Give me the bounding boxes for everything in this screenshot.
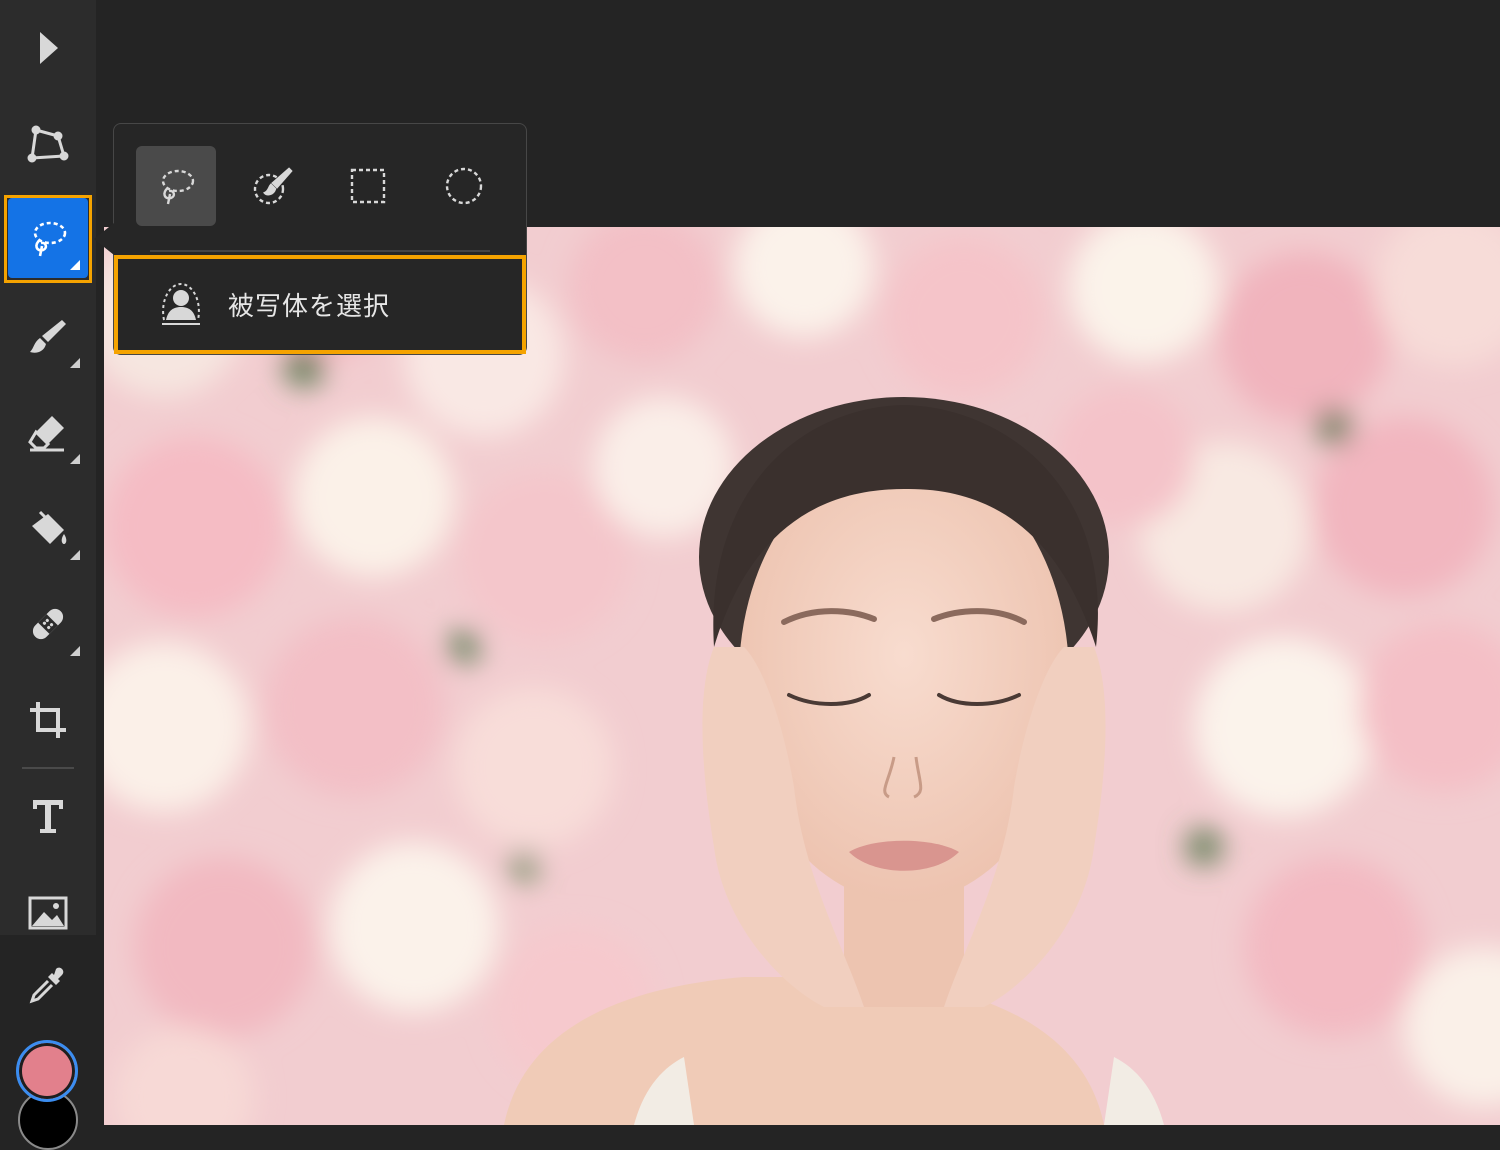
portrait-photo-image: [104, 227, 1500, 1125]
image-icon: [28, 896, 68, 930]
brush-tool-button[interactable]: [8, 296, 88, 376]
type-icon: [33, 800, 63, 833]
eyedropper-tool-button[interactable]: [8, 945, 88, 1025]
submenu-indicator-icon: [70, 646, 80, 656]
lasso-icon: [33, 221, 67, 257]
bandage-icon: [32, 608, 64, 640]
rectangle-marquee-icon: [350, 168, 386, 204]
type-tool-button[interactable]: [8, 776, 88, 856]
left-toolbar: [0, 0, 96, 935]
submenu-indicator-icon: [70, 454, 80, 464]
rectangle-marquee-subtool-button[interactable]: [328, 146, 408, 226]
paint-bucket-icon: [32, 510, 67, 544]
heal-tool-button[interactable]: [8, 584, 88, 664]
submenu-indicator-icon: [70, 260, 80, 270]
lasso-tool-button[interactable]: [8, 198, 88, 278]
eraser-icon: [28, 416, 64, 452]
select-subject-button[interactable]: 被写体を選択: [114, 255, 526, 354]
eraser-tool-button[interactable]: [8, 392, 88, 472]
canvas-photo[interactable]: [104, 227, 1500, 1125]
foreground-color-swatch[interactable]: [16, 1040, 78, 1102]
crop-icon: [30, 702, 66, 738]
quick-select-subtool-button[interactable]: [232, 146, 312, 226]
quick-select-brush-icon: [253, 167, 293, 205]
submenu-indicator-icon: [70, 550, 80, 560]
transform-icon: [27, 125, 69, 163]
ellipse-marquee-icon: [445, 167, 483, 205]
eyedropper-icon: [29, 967, 64, 1004]
lasso-icon: [161, 169, 195, 205]
crop-tool-button[interactable]: [8, 680, 88, 760]
transform-tool-button[interactable]: [8, 104, 88, 184]
select-subject-label: 被写体を選択: [228, 292, 391, 322]
fill-tool-button[interactable]: [8, 488, 88, 568]
select-subject-icon: [162, 282, 200, 325]
popover-divider: [150, 250, 490, 252]
brush-icon: [30, 320, 66, 353]
arrow-icon: [40, 32, 58, 64]
lasso-subtool-button[interactable]: [136, 146, 216, 226]
ellipse-marquee-subtool-button[interactable]: [424, 146, 504, 226]
toolbar-divider: [22, 767, 74, 769]
select-tool-button[interactable]: [8, 8, 88, 88]
submenu-indicator-icon: [70, 358, 80, 368]
popover-arrow: [94, 223, 114, 255]
